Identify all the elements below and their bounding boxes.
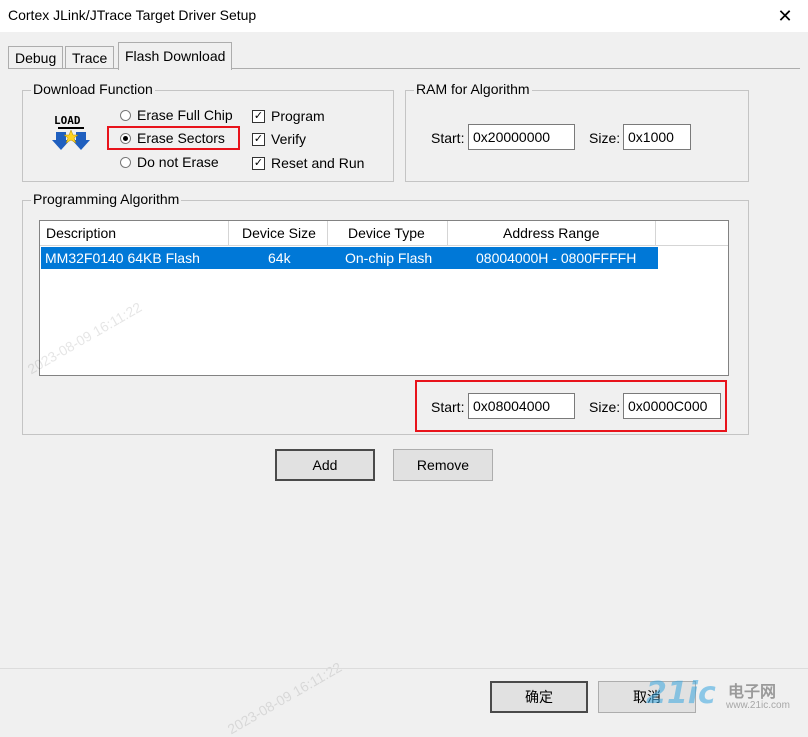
algorithm-list[interactable]: Description Device Size Device Type Addr… xyxy=(39,220,729,376)
ram-start-field[interactable]: 0x20000000 xyxy=(468,124,575,150)
cell-address-range: 08004000H - 0800FFFFH xyxy=(476,250,637,266)
erase-full-chip-label: Erase Full Chip xyxy=(137,107,233,123)
window-title: Cortex JLink/JTrace Target Driver Setup xyxy=(8,7,257,23)
add-button[interactable]: Add xyxy=(275,449,375,481)
erase-full-chip-option[interactable]: Erase Full Chip xyxy=(120,107,233,123)
do-not-erase-radio[interactable] xyxy=(120,156,131,168)
cell-device-size: 64k xyxy=(268,250,291,266)
do-not-erase-option[interactable]: Do not Erase xyxy=(120,154,219,170)
ram-for-algorithm-legend: RAM for Algorithm xyxy=(414,81,532,97)
erase-sectors-highlight xyxy=(107,126,240,150)
ok-button[interactable]: 确定 xyxy=(490,681,588,713)
tab-trace[interactable]: Trace xyxy=(65,46,115,69)
load-icon-text: LOAD xyxy=(54,114,81,127)
cell-description: MM32F0140 64KB Flash xyxy=(45,250,200,266)
verify-label: Verify xyxy=(271,131,307,147)
download-function-legend: Download Function xyxy=(31,81,155,97)
reset-and-run-option[interactable]: ✓ Reset and Run xyxy=(252,155,364,171)
cell-device-type: On-chip Flash xyxy=(345,250,433,266)
verify-option[interactable]: ✓ Verify xyxy=(252,131,306,147)
brand-watermark: 21ic xyxy=(646,676,716,711)
load-icon: LOAD xyxy=(52,112,90,152)
close-icon[interactable]: ✕ xyxy=(772,3,798,29)
tab-debug[interactable]: Debug xyxy=(8,46,64,69)
remove-button[interactable]: Remove xyxy=(393,449,493,481)
ram-size-label: Size: xyxy=(589,130,621,146)
do-not-erase-label: Do not Erase xyxy=(137,154,219,170)
programming-algorithm-legend: Programming Algorithm xyxy=(31,191,182,207)
column-filler xyxy=(656,221,728,245)
algorithm-list-header: Description Device Size Device Type Addr… xyxy=(40,221,728,246)
erase-full-chip-radio[interactable] xyxy=(120,109,131,121)
table-row[interactable]: MM32F0140 64KB Flash 64k On-chip Flash 0… xyxy=(41,247,658,269)
reset-and-run-label: Reset and Run xyxy=(271,155,365,171)
column-device-type[interactable]: Device Type xyxy=(328,221,448,245)
reset-and-run-checkbox[interactable]: ✓ xyxy=(252,156,265,170)
title-bar: Cortex JLink/JTrace Target Driver Setup … xyxy=(0,0,808,32)
brand-watermark-cn: 电子网 xyxy=(728,684,777,701)
ram-size-field[interactable]: 0x1000 xyxy=(623,124,691,150)
tab-flash-download[interactable]: Flash Download xyxy=(118,42,233,70)
ram-start-label: Start: xyxy=(431,130,465,146)
brand-watermark-url: www.21ic.com xyxy=(726,700,790,711)
column-address-range[interactable]: Address Range xyxy=(448,221,656,245)
program-label: Program xyxy=(271,108,325,124)
timestamp-watermark-bottom: 2023-08-09 16:11:22 xyxy=(224,658,345,737)
program-checkbox[interactable]: ✓ xyxy=(252,109,265,123)
verify-checkbox[interactable]: ✓ xyxy=(252,132,265,146)
column-device-size[interactable]: Device Size xyxy=(229,221,328,245)
footer-divider xyxy=(0,668,808,669)
algo-range-highlight xyxy=(415,380,727,432)
program-option[interactable]: ✓ Program xyxy=(252,108,325,124)
column-description[interactable]: Description xyxy=(40,221,229,245)
